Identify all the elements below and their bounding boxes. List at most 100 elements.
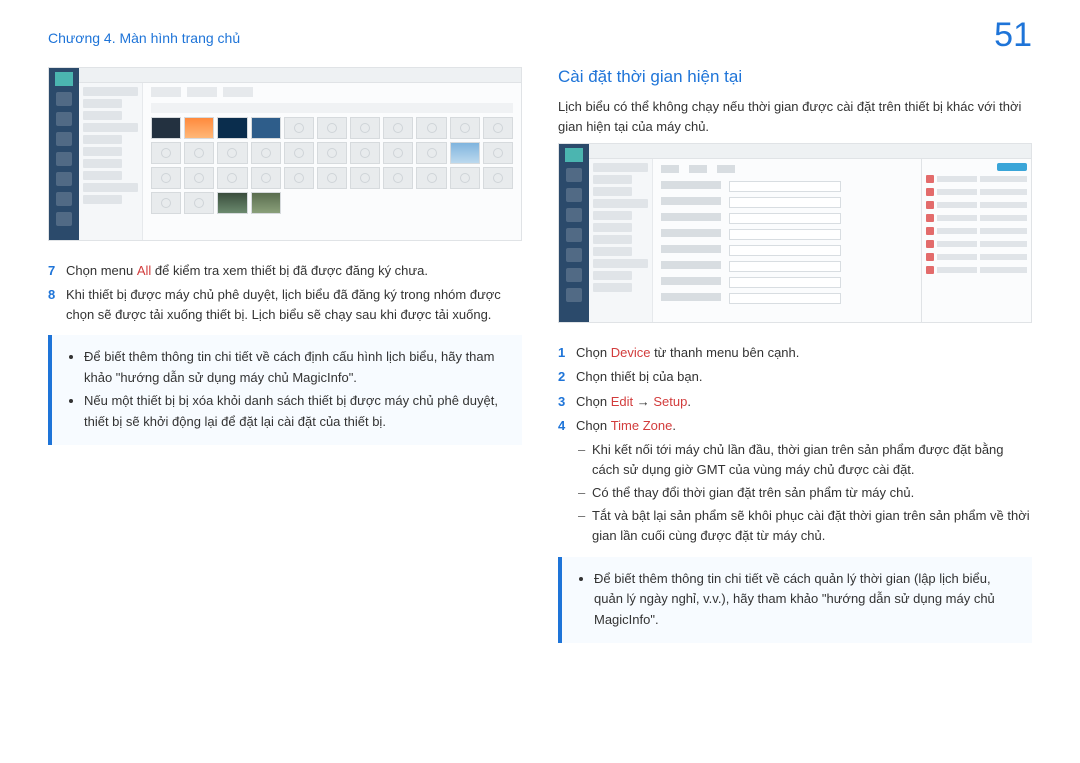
device-thumb bbox=[450, 167, 480, 189]
device-thumb bbox=[416, 167, 446, 189]
step-text: Chọn menu All để kiểm tra xem thiết bị đ… bbox=[66, 261, 428, 281]
screenshot-device-grid bbox=[48, 67, 522, 241]
step-number: 7 bbox=[48, 261, 60, 281]
step-8: 8 Khi thiết bị được máy chủ phê duyệt, l… bbox=[48, 285, 522, 325]
device-grid-panel bbox=[143, 83, 521, 240]
device-thumb bbox=[251, 192, 281, 214]
device-thumb bbox=[383, 117, 413, 139]
device-thumb bbox=[317, 117, 347, 139]
device-thumb bbox=[151, 167, 181, 189]
device-thumb bbox=[450, 142, 480, 164]
notes-sublist: Khi kết nối tới máy chủ lần đầu, thời gi… bbox=[578, 440, 1032, 547]
step-1: 1 Chọn Device từ thanh menu bên cạnh. bbox=[558, 343, 1032, 363]
setup-form-panel bbox=[653, 159, 921, 322]
device-status-panel bbox=[921, 159, 1031, 322]
device-thumb bbox=[184, 117, 214, 139]
device-thumb bbox=[284, 117, 314, 139]
nav-icon bbox=[566, 268, 582, 282]
device-thumb bbox=[416, 142, 446, 164]
step-2: 2 Chọn thiết bị của bạn. bbox=[558, 367, 1032, 387]
nav-icon bbox=[56, 152, 72, 166]
step-text: Chọn Device từ thanh menu bên cạnh. bbox=[576, 343, 799, 363]
step-number: 4 bbox=[558, 416, 570, 436]
nav-icon bbox=[566, 168, 582, 182]
note-bullet: Nếu một thiết bị bị xóa khỏi danh sách t… bbox=[84, 391, 508, 433]
device-thumb bbox=[217, 192, 247, 214]
device-thumb bbox=[317, 142, 347, 164]
nav-icon bbox=[566, 248, 582, 262]
app-sidebar bbox=[49, 68, 79, 240]
device-thumb bbox=[251, 142, 281, 164]
nav-icon bbox=[566, 208, 582, 222]
left-column: 7 Chọn menu All để kiểm tra xem thiết bị… bbox=[48, 67, 522, 653]
device-thumb bbox=[184, 167, 214, 189]
highlight-device: Device bbox=[611, 345, 651, 360]
device-list-panel bbox=[589, 159, 653, 322]
highlight-edit: Edit bbox=[611, 394, 633, 409]
page-header: Chương 4. Màn hình trang chủ 51 bbox=[48, 16, 1032, 55]
arrow-icon: → bbox=[633, 394, 653, 409]
right-column: Cài đặt thời gian hiện tại Lịch biểu có … bbox=[558, 67, 1032, 653]
page-number: 51 bbox=[994, 16, 1032, 55]
screenshot-timezone-form bbox=[558, 143, 1032, 323]
nav-icon bbox=[566, 288, 582, 302]
step-number: 1 bbox=[558, 343, 570, 363]
device-thumb bbox=[350, 167, 380, 189]
app-topbar bbox=[589, 144, 1031, 159]
step-number: 8 bbox=[48, 285, 60, 325]
two-column-layout: 7 Chọn menu All để kiểm tra xem thiết bị… bbox=[48, 67, 1032, 653]
device-thumb bbox=[450, 117, 480, 139]
step-7: 7 Chọn menu All để kiểm tra xem thiết bị… bbox=[48, 261, 522, 281]
nav-icon bbox=[566, 188, 582, 202]
app-logo-icon bbox=[565, 148, 583, 162]
sub-note: Tắt và bật lại sản phẩm sẽ khôi phục cài… bbox=[578, 506, 1032, 546]
device-thumb bbox=[217, 117, 247, 139]
device-thumb bbox=[383, 167, 413, 189]
step-text: Chọn thiết bị của bạn. bbox=[576, 367, 702, 387]
step-text: Chọn Time Zone. bbox=[576, 416, 676, 436]
device-thumb bbox=[217, 142, 247, 164]
app-topbar bbox=[79, 68, 521, 83]
device-thumb bbox=[483, 167, 513, 189]
device-thumb bbox=[251, 167, 281, 189]
device-thumb bbox=[383, 142, 413, 164]
device-thumb bbox=[151, 142, 181, 164]
device-thumb bbox=[416, 117, 446, 139]
chapter-title: Chương 4. Màn hình trang chủ bbox=[48, 16, 240, 46]
device-thumb bbox=[151, 117, 181, 139]
nav-icon bbox=[56, 212, 72, 226]
app-sidebar bbox=[559, 144, 589, 322]
device-tree-panel bbox=[79, 83, 143, 240]
device-thumb bbox=[483, 142, 513, 164]
manual-page: Chương 4. Màn hình trang chủ 51 bbox=[0, 0, 1080, 763]
device-thumb bbox=[184, 192, 214, 214]
nav-icon bbox=[56, 92, 72, 106]
step-4: 4 Chọn Time Zone. bbox=[558, 416, 1032, 436]
device-thumb bbox=[284, 167, 314, 189]
device-thumb bbox=[151, 192, 181, 214]
section-intro: Lịch biểu có thể không chạy nếu thời gia… bbox=[558, 97, 1032, 137]
device-thumb bbox=[350, 117, 380, 139]
step-number: 2 bbox=[558, 367, 570, 387]
device-thumb bbox=[483, 117, 513, 139]
step-text: Chọn Edit → Setup. bbox=[576, 392, 691, 412]
note-bullet: Để biết thêm thông tin chi tiết về cách … bbox=[594, 569, 1018, 631]
info-note: Để biết thêm thông tin chi tiết về cách … bbox=[48, 335, 522, 444]
sub-note: Có thể thay đổi thời gian đặt trên sản p… bbox=[578, 483, 1032, 503]
nav-icon bbox=[56, 172, 72, 186]
section-title: Cài đặt thời gian hiện tại bbox=[558, 67, 1032, 87]
device-thumb bbox=[217, 167, 247, 189]
note-bullet: Để biết thêm thông tin chi tiết về cách … bbox=[84, 347, 508, 389]
sub-note: Khi kết nối tới máy chủ lần đầu, thời gi… bbox=[578, 440, 1032, 480]
nav-icon bbox=[56, 192, 72, 206]
nav-icon bbox=[56, 112, 72, 126]
nav-icon bbox=[566, 228, 582, 242]
step-number: 3 bbox=[558, 392, 570, 412]
highlight-setup: Setup bbox=[653, 394, 687, 409]
device-thumb bbox=[184, 142, 214, 164]
info-note: Để biết thêm thông tin chi tiết về cách … bbox=[558, 557, 1032, 643]
highlight-timezone: Time Zone bbox=[611, 418, 673, 433]
step-text: Khi thiết bị được máy chủ phê duyệt, lịc… bbox=[66, 285, 522, 325]
device-thumb bbox=[251, 117, 281, 139]
device-thumb bbox=[350, 142, 380, 164]
